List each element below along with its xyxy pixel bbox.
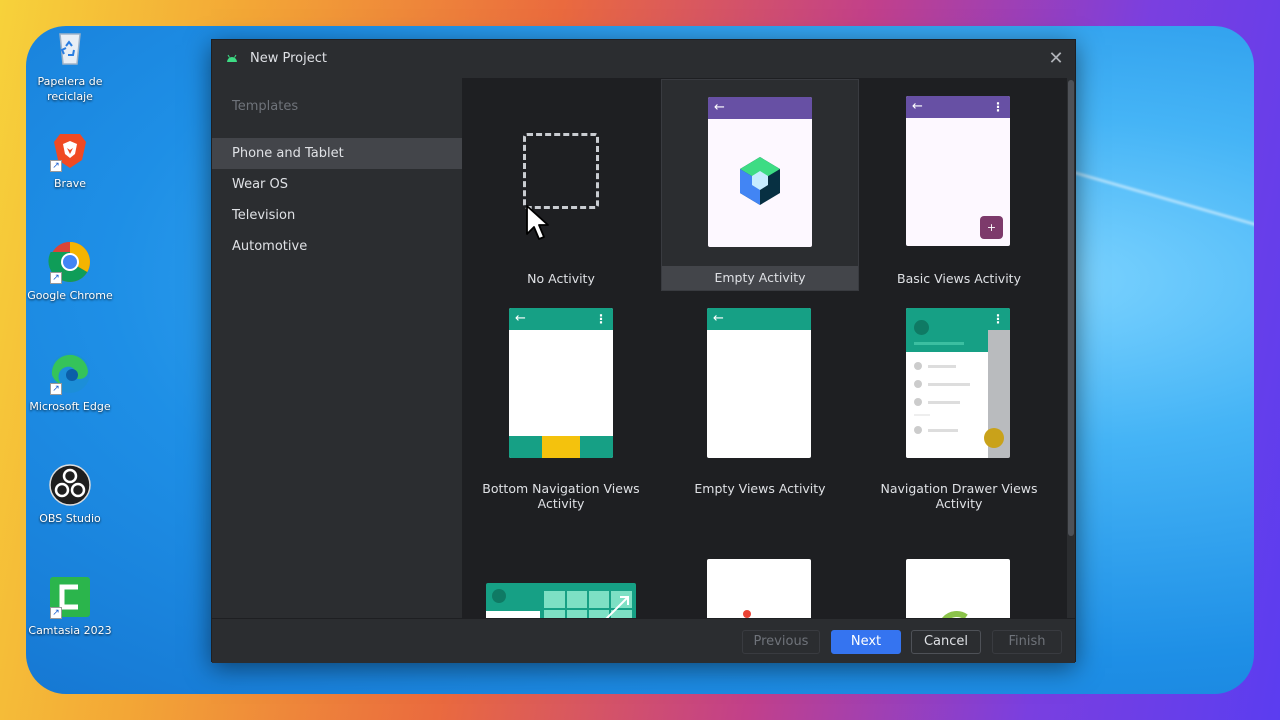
app-bar: ← [708, 97, 812, 119]
template-navigation-drawer-views-activity[interactable]: ⋮ Navigation Drawer Views Activity [860, 292, 1058, 511]
phone-preview: ← ⋮ [509, 308, 613, 458]
sidebar-item-wear-os[interactable]: Wear OS [212, 169, 462, 200]
drawer-header-line [914, 342, 964, 345]
dialog-titlebar[interactable]: New Project ✕ [212, 40, 1075, 78]
camtasia-icon: ↗ [48, 575, 92, 619]
close-icon[interactable]: ✕ [1045, 48, 1067, 70]
drawer-header [906, 308, 988, 352]
drawer-item-dot [914, 362, 922, 370]
template-label: No Activity [527, 271, 595, 286]
dialog-footer: Previous Next Cancel Finish [212, 618, 1075, 663]
template-label: Empty Views Activity [694, 481, 826, 496]
desktop-icon-label: Camtasia 2023 [28, 624, 112, 637]
next-button[interactable]: Next [831, 630, 901, 654]
shortcut-arrow-icon: ↗ [50, 383, 62, 395]
desktop-icon-brave[interactable]: ↗ Brave [26, 128, 114, 191]
fab-button-icon: + [980, 216, 1003, 239]
back-arrow-icon: ← [515, 311, 526, 326]
overflow-menu-icon: ⋮ [992, 312, 1004, 326]
overflow-menu-icon: ⋮ [992, 100, 1004, 114]
template-label: Basic Views Activity [897, 271, 1021, 286]
drawer-item-dot [914, 380, 922, 388]
new-project-dialog: New Project ✕ Templates Phone and Tablet… [211, 39, 1076, 663]
mouse-cursor-icon [526, 205, 549, 240]
template-no-activity[interactable]: No Activity [462, 80, 660, 292]
scrollbar-thumb[interactable] [1068, 80, 1074, 536]
fab-button-icon [984, 428, 1004, 448]
template-label: Empty Activity [662, 266, 858, 290]
desktop-icon-obs-studio[interactable]: OBS Studio [26, 463, 114, 526]
drawer-item-line [928, 429, 958, 432]
shortcut-arrow-icon: ↗ [50, 272, 62, 284]
template-empty-views-activity[interactable]: ← Empty Views Activity [661, 292, 859, 504]
sidebar-item-phone-and-tablet[interactable]: Phone and Tablet [212, 138, 462, 169]
drawer-item-dot [914, 426, 922, 434]
phone-preview: ← [708, 97, 812, 247]
brave-icon: ↗ [48, 128, 92, 172]
edge-icon: ↗ [48, 351, 92, 395]
desktop-icon-google-chrome[interactable]: ↗ Google Chrome [26, 240, 114, 303]
template-responsive-views-activity[interactable] [462, 504, 660, 618]
overflow-menu-icon: ⋮ [595, 312, 607, 326]
game-controller-icon [743, 610, 751, 618]
sidebar-item-automotive[interactable]: Automotive [212, 231, 462, 262]
desktop-icon-camtasia[interactable]: ↗ Camtasia 2023 [26, 575, 114, 638]
templates-header: Templates [232, 99, 299, 114]
template-native-cpp[interactable]: ++ [860, 504, 1058, 618]
phone-preview: ← ⋮ + [906, 96, 1010, 246]
bottom-nav-bar [509, 436, 613, 458]
avatar [914, 320, 929, 335]
app-bar: ← ⋮ [509, 308, 613, 330]
drawer-item-line [928, 401, 960, 404]
dialog-title: New Project [250, 51, 327, 66]
template-empty-activity[interactable]: ← Empty Activity [661, 79, 859, 291]
drawer-divider [914, 414, 930, 416]
back-arrow-icon: ← [713, 311, 724, 326]
template-bottom-navigation-views-activity[interactable]: ← ⋮ Bottom Navigation Views Activity [462, 292, 660, 511]
bottom-nav-selected [542, 436, 580, 458]
back-arrow-icon: ← [714, 100, 725, 115]
shortcut-arrow-icon: ↗ [50, 160, 62, 172]
drawer-item-line [928, 383, 970, 386]
chrome-icon: ↗ [48, 240, 92, 284]
desktop-icon-label: Papelera de reciclaje [37, 75, 103, 103]
list-pane [486, 611, 540, 618]
nav-drawer [906, 308, 988, 458]
cancel-button[interactable]: Cancel [911, 630, 981, 654]
app-bar: ← [707, 308, 811, 330]
template-game-activity[interactable] [661, 504, 859, 618]
template-basic-views-activity[interactable]: ← ⋮ + Basic Views Activity [860, 80, 1058, 292]
cpp-logo-icon [942, 611, 968, 618]
desktop-icon-label: Microsoft Edge [29, 400, 111, 413]
phone-preview: ← [707, 308, 811, 458]
templates-sidebar: Templates Phone and Tablet Wear OS Telev… [212, 78, 462, 618]
phone-preview [707, 559, 811, 618]
previous-button[interactable]: Previous [742, 630, 820, 654]
grid-pane-icon [544, 591, 632, 618]
phone-preview: ⋮ [906, 308, 1010, 458]
dashed-placeholder-icon [523, 133, 599, 209]
android-icon [227, 54, 237, 62]
desktop-icon-label: Google Chrome [27, 289, 113, 302]
finish-button[interactable]: Finish [992, 630, 1062, 654]
drawer-item-dot [914, 398, 922, 406]
desktop-icon-label: Brave [53, 177, 87, 190]
desktop-icon-label: OBS Studio [39, 512, 101, 525]
sidebar-item-television[interactable]: Television [212, 200, 462, 231]
wallpaper-streak [1070, 170, 1254, 245]
shortcut-arrow-icon: ↗ [50, 607, 62, 619]
template-gallery: No Activity ← Empty Activity ← ⋮ + Basic… [462, 78, 1067, 618]
obs-icon [48, 463, 92, 507]
phone-preview: ++ [906, 559, 1010, 618]
tablet-preview [486, 583, 636, 618]
avatar [492, 589, 506, 603]
desktop-icon-microsoft-edge[interactable]: ↗ Microsoft Edge [26, 351, 114, 414]
drawer-item-line [928, 365, 956, 368]
app-bar: ← ⋮ [906, 96, 1010, 118]
vertical-scrollbar[interactable] [1067, 80, 1075, 538]
back-arrow-icon: ← [912, 99, 923, 114]
compose-logo-icon [740, 157, 780, 205]
recycle-bin-icon [48, 26, 92, 70]
desktop-icon-recycle-bin[interactable]: Papelera de reciclaje [26, 26, 114, 104]
